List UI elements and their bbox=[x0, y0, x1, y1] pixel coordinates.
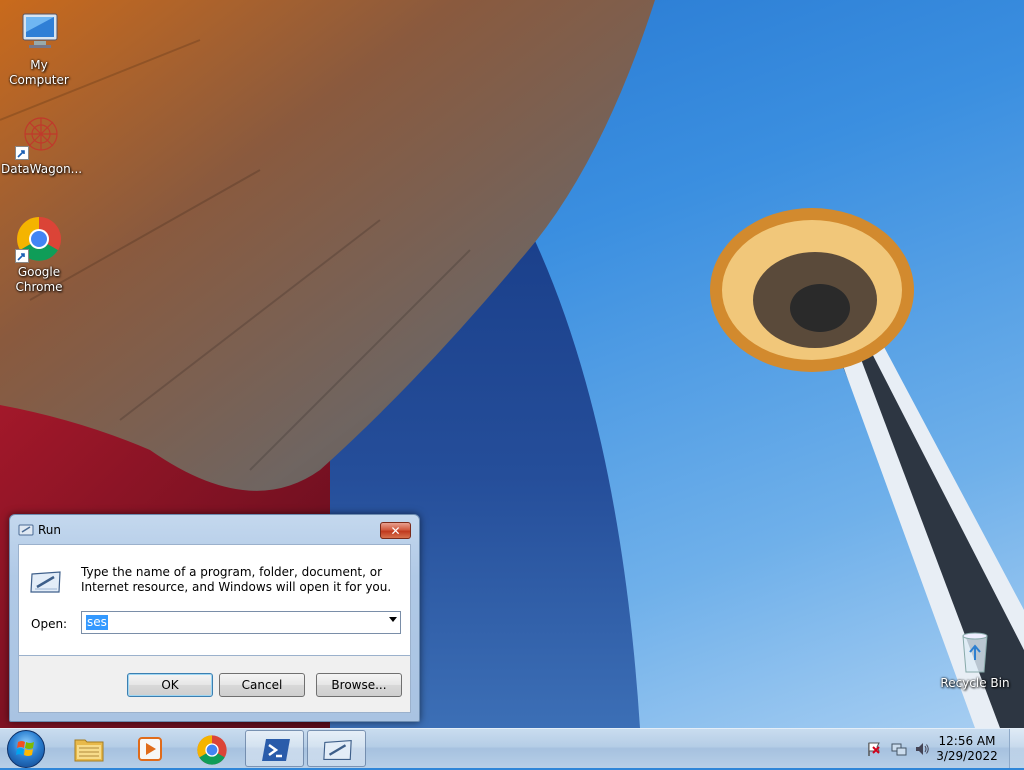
browse-button[interactable]: Browse... bbox=[316, 673, 402, 697]
computer-icon bbox=[15, 8, 63, 56]
close-button[interactable]: ✕ bbox=[380, 522, 411, 539]
taskbar-chrome[interactable] bbox=[182, 730, 241, 767]
dialog-title: Run bbox=[38, 523, 62, 537]
open-label: Open: bbox=[31, 617, 68, 631]
run-icon bbox=[18, 523, 34, 537]
shortcut-arrow-icon bbox=[15, 146, 29, 160]
open-combobox[interactable]: ses bbox=[81, 611, 401, 634]
chrome-icon bbox=[197, 735, 227, 765]
dialog-description: Type the name of a program, folder, docu… bbox=[81, 565, 392, 594]
action-center-flag-icon[interactable] bbox=[866, 741, 882, 757]
run-dialog: Run ✕ Type the name of a program, folder… bbox=[9, 514, 420, 722]
network-icon[interactable] bbox=[891, 741, 907, 757]
volume-icon[interactable] bbox=[914, 741, 930, 757]
ok-button[interactable]: OK bbox=[127, 673, 213, 697]
desktop-icon-label: My Computer bbox=[9, 58, 69, 87]
recycle-bin-icon bbox=[955, 630, 995, 674]
desktop-icon-label: Recycle Bin bbox=[940, 676, 1010, 690]
windows-logo-icon bbox=[16, 741, 34, 756]
taskbar-file-explorer[interactable] bbox=[59, 730, 118, 767]
clock-time: 12:56 AM bbox=[938, 734, 996, 748]
desktop-icon-my-computer[interactable]: My Computer bbox=[1, 8, 77, 88]
dropdown-arrow-icon[interactable] bbox=[389, 617, 397, 622]
open-input-value[interactable]: ses bbox=[86, 615, 108, 630]
media-player-icon bbox=[138, 737, 162, 761]
dialog-footer: OK Cancel Browse... bbox=[18, 656, 411, 713]
taskbar: 12:56 AM 3/29/2022 bbox=[0, 728, 1024, 768]
show-desktop-button[interactable] bbox=[1009, 729, 1024, 768]
desktop-icon-label: Google Chrome bbox=[15, 265, 63, 294]
dialog-body: Type the name of a program, folder, docu… bbox=[18, 544, 411, 656]
datawagon-icon bbox=[15, 112, 63, 160]
run-icon bbox=[323, 739, 352, 760]
run-program-icon bbox=[29, 568, 63, 596]
folder-icon bbox=[74, 739, 104, 762]
taskbar-run[interactable] bbox=[307, 730, 366, 767]
desktop-icon-label: DataWagon... bbox=[1, 162, 83, 176]
powershell-icon bbox=[262, 739, 290, 761]
taskbar-powershell[interactable] bbox=[245, 730, 304, 767]
desktop-icon-recycle-bin[interactable]: Recycle Bin bbox=[937, 630, 1013, 691]
system-clock[interactable]: 12:56 AM 3/29/2022 bbox=[934, 734, 1000, 764]
chrome-icon bbox=[15, 215, 63, 263]
taskbar-media-player[interactable] bbox=[120, 730, 179, 767]
desktop-icon-google-chrome[interactable]: Google Chrome bbox=[1, 215, 77, 295]
cancel-button[interactable]: Cancel bbox=[219, 673, 305, 697]
shortcut-arrow-icon bbox=[15, 249, 29, 263]
clock-date: 3/29/2022 bbox=[936, 749, 998, 763]
start-button[interactable] bbox=[7, 730, 45, 768]
desktop-icon-datawagon[interactable]: DataWagon... bbox=[1, 112, 83, 177]
